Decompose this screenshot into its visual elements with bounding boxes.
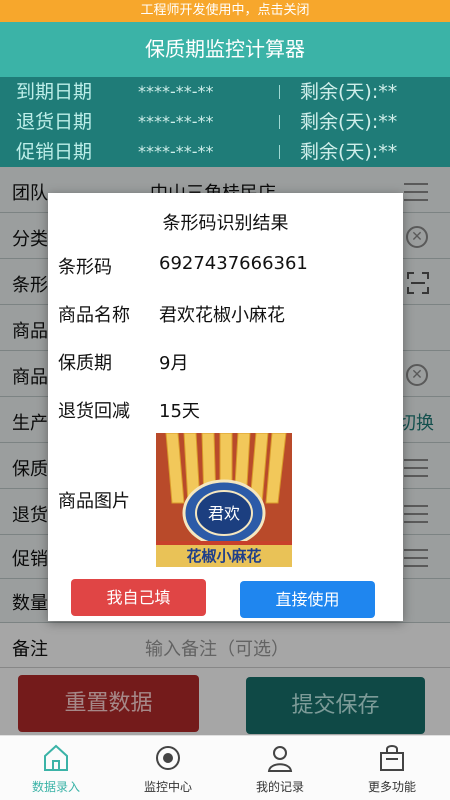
divider	[279, 85, 280, 99]
divider	[279, 145, 280, 159]
return-offset-label: 退货回减	[58, 401, 130, 422]
return-offset-value: 15天	[159, 401, 200, 422]
bag-icon	[377, 743, 407, 773]
product-name-value: 君欢花椒小麻花	[159, 305, 285, 326]
summary-row-promo: 促销日期 ****-**-** 剩余(天):**	[0, 137, 450, 167]
nav-label: 数据录入	[31, 780, 80, 794]
target-icon	[153, 743, 183, 773]
use-directly-button[interactable]: 直接使用	[240, 581, 375, 618]
barcode-value: 6927437666361	[159, 253, 308, 274]
dialog-title: 条形码识别结果	[162, 213, 289, 234]
nav-item-records[interactable]: 我的记录	[224, 736, 336, 800]
barcode-label: 条形码	[58, 257, 112, 278]
barcode-result-dialog: 条形码识别结果 条形码 6927437666361 商品名称 君欢花椒小麻花 保…	[48, 193, 403, 621]
nav-label: 我的记录	[255, 780, 304, 794]
summary-label: 到期日期	[16, 81, 93, 103]
nav-item-more[interactable]: 更多功能	[336, 736, 448, 800]
shelf-life-value: 9月	[159, 353, 189, 374]
product-image-label: 商品图片	[58, 491, 130, 512]
home-icon	[41, 743, 71, 773]
product-image: 君欢 花椒小麻花	[156, 433, 292, 567]
summary-date: ****-**-**	[138, 142, 214, 161]
bottom-nav: 数据录入 监控中心 我的记录 更多功能	[0, 735, 450, 800]
app-title: 保质期监控计算器	[0, 22, 450, 77]
summary-remaining: 剩余(天):**	[300, 81, 398, 103]
summary-remaining: 剩余(天):**	[300, 111, 398, 133]
dev-mode-banner[interactable]: 工程师开发使用中，点击关闭	[0, 0, 450, 22]
summary-label: 退货日期	[16, 111, 93, 133]
shelf-life-label: 保质期	[58, 353, 112, 374]
product-image-name: 花椒小麻花	[186, 547, 261, 565]
summary-row-expiry: 到期日期 ****-**-** 剩余(天):**	[0, 77, 450, 107]
summary-date: ****-**-**	[138, 82, 214, 101]
user-icon	[265, 743, 295, 773]
nav-item-data-entry[interactable]: 数据录入	[0, 736, 112, 800]
date-summary-panel: 到期日期 ****-**-** 剩余(天):** 退货日期 ****-**-**…	[0, 77, 450, 167]
summary-date: ****-**-**	[138, 112, 214, 131]
summary-remaining: 剩余(天):**	[300, 141, 398, 163]
summary-row-return: 退货日期 ****-**-** 剩余(天):**	[0, 107, 450, 137]
nav-item-monitor[interactable]: 监控中心	[112, 736, 224, 800]
divider	[279, 115, 280, 129]
nav-label: 更多功能	[367, 780, 416, 794]
summary-label: 促销日期	[16, 141, 93, 163]
self-fill-button[interactable]: 我自己填	[71, 579, 206, 616]
nav-label: 监控中心	[143, 780, 192, 794]
product-image-brand: 君欢	[208, 504, 240, 523]
product-name-label: 商品名称	[58, 305, 130, 326]
